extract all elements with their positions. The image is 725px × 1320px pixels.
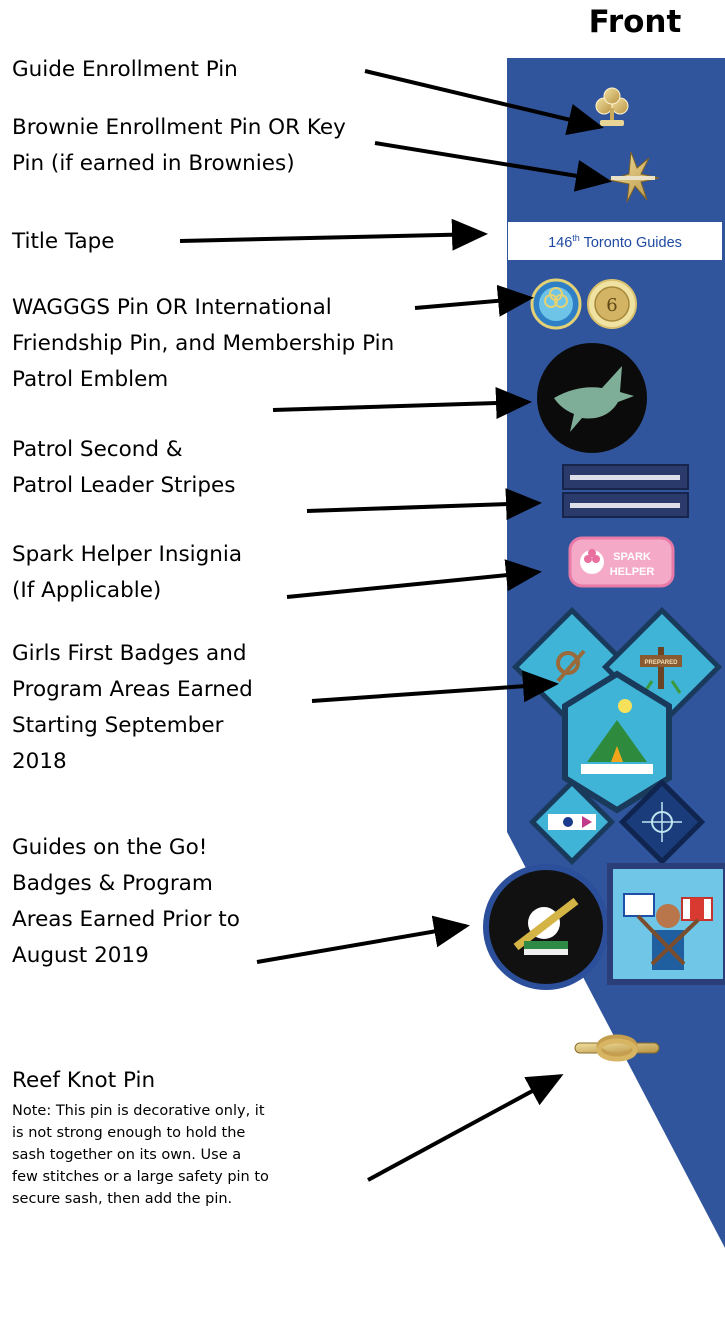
guides-go-flags-badge <box>607 863 725 985</box>
arrow-patrol-emblem <box>272 387 532 419</box>
title-tape-suffix: th <box>572 233 580 243</box>
svg-text:146th Toronto Guides: 146th Toronto Guides <box>548 233 682 251</box>
patrol-emblem-icon <box>537 343 647 453</box>
spark-badge-line-2: HELPER <box>610 566 655 578</box>
sash-diagram: 146th Toronto Guides 6 SPARK HELPER PREP… <box>179 58 725 1248</box>
arrow-title-tape <box>179 218 488 251</box>
prepared-sign-text: PREPARED <box>645 660 679 666</box>
arrow-patrol-stripes <box>306 488 542 521</box>
arrow-guides-on-the-go <box>256 915 470 964</box>
wagggs-pin-icon <box>530 278 582 330</box>
arrow-reef-knot <box>367 1074 564 1182</box>
title-tape-number: 146 <box>548 235 572 251</box>
title-tape-name: Toronto Guides <box>580 235 682 251</box>
arrow-spark-helper <box>286 559 542 599</box>
spark-badge-line-1: SPARK <box>613 551 651 563</box>
title-tape: 146th Toronto Guides <box>508 222 722 260</box>
membership-pin-icon: 6 <box>587 279 637 329</box>
spark-helper-insignia: SPARK HELPER <box>568 536 675 588</box>
membership-number: 6 <box>606 295 617 316</box>
guides-go-crest-badge <box>483 864 609 990</box>
